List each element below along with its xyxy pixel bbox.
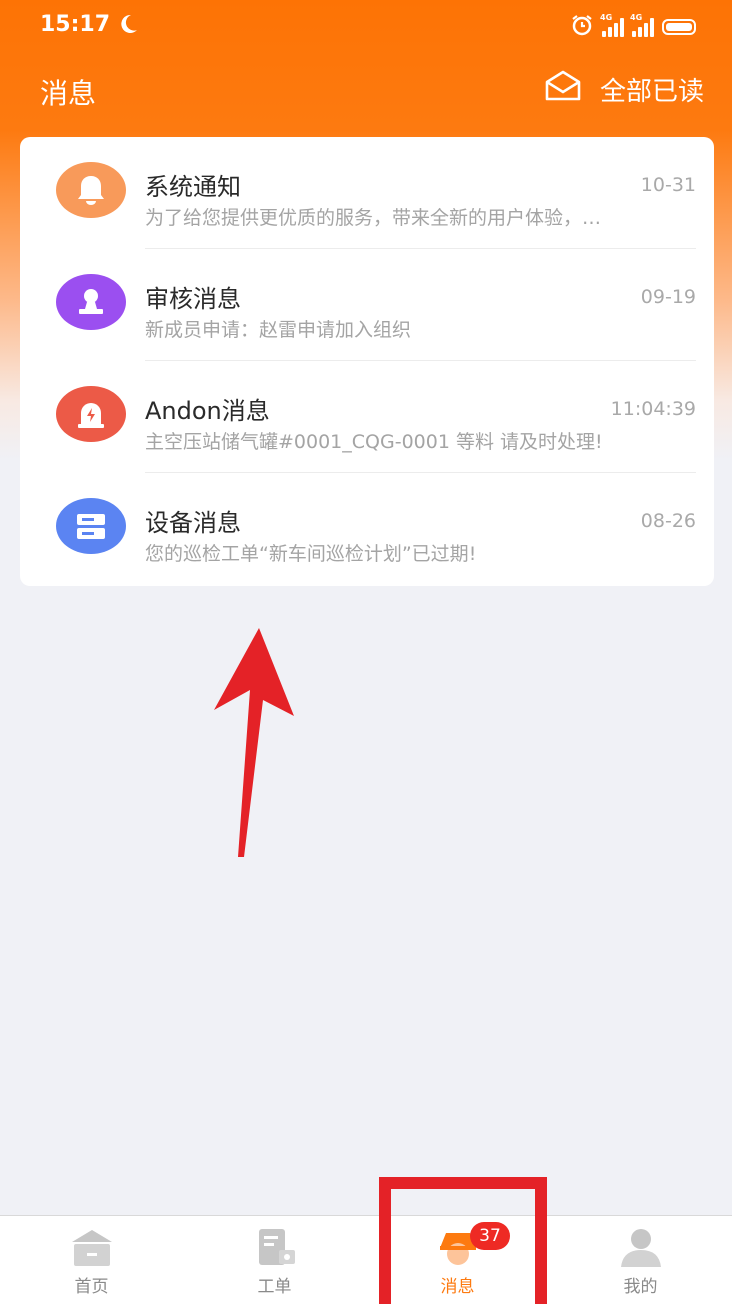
annotation-highlight-box xyxy=(379,1177,547,1304)
annotation-arrow xyxy=(214,628,294,857)
bottom-tab-bar: 首页 工单 37 消息 我的 xyxy=(0,1215,732,1305)
tab-home[interactable]: 首页 xyxy=(0,1216,183,1305)
tab-work-order[interactable]: 工单 xyxy=(183,1216,366,1305)
tab-label: 我的 xyxy=(623,1277,658,1297)
home-icon xyxy=(71,1230,112,1266)
work-order-icon xyxy=(258,1229,295,1265)
tab-profile[interactable]: 我的 xyxy=(549,1216,732,1305)
tab-label: 工单 xyxy=(257,1277,292,1297)
profile-icon xyxy=(620,1229,661,1267)
tab-label: 首页 xyxy=(74,1277,109,1297)
